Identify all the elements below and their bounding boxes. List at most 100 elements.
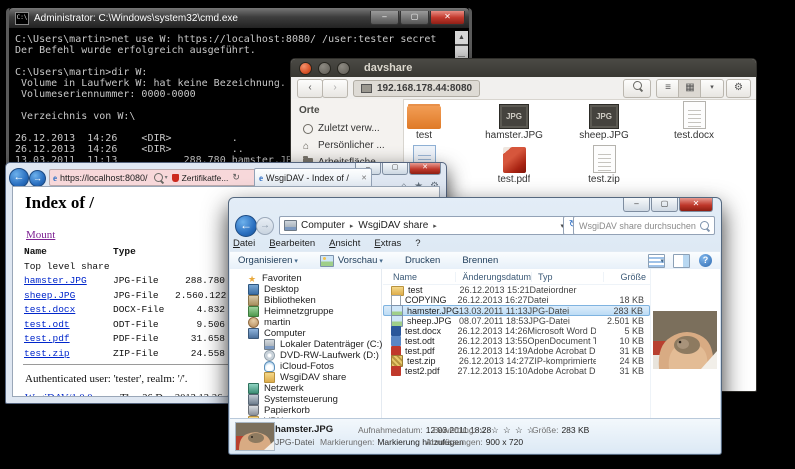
- column-name[interactable]: Name: [383, 272, 456, 282]
- file-label: test.docx: [674, 130, 714, 141]
- table-row[interactable]: test.zip 26.12.2013 14:27 ZIP-komprimier…: [383, 356, 650, 366]
- table-row[interactable]: COPYING 26.12.2013 16:27 Datei 18 KB: [383, 295, 650, 305]
- table-row[interactable]: test.pdf 26.12.2013 14:19 Adobe Acrobat …: [383, 346, 650, 356]
- nautilus-titlebar[interactable]: davshare: [291, 59, 756, 77]
- file-link[interactable]: hamster.JPG: [24, 275, 87, 286]
- breadcrumb[interactable]: Computer ▸ WsgiDAV share ▸ ▾: [279, 216, 569, 235]
- file-name: COPYING: [405, 295, 457, 305]
- file-link[interactable]: sheep.JPG: [24, 290, 75, 301]
- menu-item[interactable]: Bearbeiten: [269, 238, 315, 250]
- sidebar-item-icon: [248, 383, 259, 394]
- shot-date-label: Aufnahmedatum:: [358, 425, 423, 435]
- column-date[interactable]: Änderungsdatum: [456, 272, 532, 282]
- cmd-titlebar[interactable]: C:\ Administrator: C:\Windows\system32\c…: [9, 8, 469, 28]
- sidebar-item[interactable]: Heimnetzgruppe: [230, 306, 381, 317]
- table-row[interactable]: test2.pdf 27.12.2013 15:10 Adobe Acrobat…: [383, 366, 650, 376]
- sidebar-item[interactable]: DVD-RW-Laufwerk (D:): [230, 350, 381, 361]
- file-type: Dateiordner: [530, 285, 597, 295]
- back-button[interactable]: ‹: [297, 79, 323, 98]
- organize-button[interactable]: Organisieren: [238, 255, 298, 266]
- preview-button[interactable]: Vorschau: [320, 255, 383, 267]
- refresh-icon[interactable]: ↻: [232, 172, 240, 183]
- sidebar-item[interactable]: Systemsteuerung: [230, 394, 381, 405]
- file-link[interactable]: test.odt: [24, 319, 70, 330]
- close-button[interactable]: ✕: [430, 11, 465, 25]
- mount-link[interactable]: Mount: [26, 229, 55, 241]
- directory-row: test.odt ODT-File 9.506 Bytes: [24, 318, 259, 333]
- sidebar-item-label: iCloud-Fotos: [280, 361, 334, 372]
- table-row[interactable]: test.docx 26.12.2013 14:26 Microsoft Wor…: [383, 326, 650, 336]
- file-item[interactable]: test.pdf: [469, 145, 559, 189]
- sidebar-item[interactable]: martin: [230, 317, 381, 328]
- search-box[interactable]: WsgiDAV share durchsuchen: [573, 216, 715, 235]
- size-value: 283 KB: [561, 425, 589, 435]
- file-icon: [499, 101, 529, 129]
- column-type[interactable]: Typ: [532, 272, 604, 282]
- change-view-button[interactable]: ▾: [648, 254, 664, 268]
- search-button[interactable]: [623, 79, 651, 98]
- sidebar-item[interactable]: Desktop: [230, 284, 381, 295]
- forward-button[interactable]: →: [29, 170, 46, 187]
- breadcrumb-root[interactable]: Computer: [301, 220, 345, 231]
- tab-close-icon[interactable]: ✕: [361, 174, 367, 182]
- minimize-button[interactable]: –: [370, 11, 399, 25]
- certificate-error-text[interactable]: Zertifikatfe...: [182, 173, 229, 183]
- column-size[interactable]: Größe: [604, 272, 650, 282]
- file-link[interactable]: test.docx: [24, 304, 75, 315]
- minimize-button[interactable]: –: [623, 198, 650, 212]
- sidebar-item[interactable]: Favoriten: [230, 273, 381, 284]
- burn-button[interactable]: Brennen: [462, 255, 498, 266]
- file-item[interactable]: test: [379, 101, 469, 145]
- picture-icon: [320, 255, 334, 267]
- chevron-right-icon[interactable]: ▸: [350, 222, 354, 230]
- address-search-icon[interactable]: [154, 173, 168, 182]
- sidebar-item[interactable]: Computer: [230, 328, 381, 339]
- file-item[interactable]: sheep.JPG: [559, 101, 649, 145]
- table-row[interactable]: hamster.JPG 13.03.2011 11:13 JPG-Datei 2…: [383, 305, 650, 316]
- menu-item[interactable]: Datei: [233, 238, 255, 250]
- table-row[interactable]: test 26.12.2013 15:21 Dateiordner: [383, 285, 650, 295]
- file-item[interactable]: test.zip: [559, 145, 649, 189]
- back-button[interactable]: ←: [235, 215, 257, 237]
- file-item[interactable]: test.docx: [649, 101, 739, 145]
- forward-button[interactable]: ›: [322, 79, 348, 98]
- chevron-right-icon[interactable]: ▸: [433, 222, 437, 230]
- rating-stars[interactable]: ☆ ☆ ☆ ☆ ☆: [479, 425, 536, 435]
- file-link[interactable]: test.zip: [24, 348, 70, 359]
- grid-view-button[interactable]: ▦: [678, 79, 702, 98]
- maximize-button[interactable]: [337, 62, 350, 75]
- sidebar-item[interactable]: Lokaler Datenträger (C:): [230, 339, 381, 350]
- breadcrumb-current[interactable]: WsgiDAV share: [358, 220, 428, 231]
- wsgidav-version-link[interactable]: WsgiDAV/1.0.0.pre: [25, 393, 109, 397]
- sidebar-item[interactable]: Papierkorb: [230, 405, 381, 416]
- minimize-button[interactable]: [318, 62, 331, 75]
- menu-item[interactable]: Ansicht: [329, 238, 360, 250]
- file-item[interactable]: hamster.JPG: [469, 101, 559, 145]
- preview-pane-toggle[interactable]: [673, 254, 690, 268]
- address-bar[interactable]: e https://localhost:8080/ Zertifikatfe..…: [49, 169, 257, 186]
- back-button[interactable]: ←: [9, 168, 29, 188]
- sidebar-item[interactable]: WsgiDAV share: [230, 372, 381, 383]
- help-button[interactable]: ?: [699, 254, 712, 267]
- list-view-button[interactable]: ≡: [656, 79, 680, 98]
- sidebar-item[interactable]: iCloud-Fotos: [230, 361, 381, 372]
- location-chip[interactable]: 192.168.178.44:8080: [353, 80, 480, 97]
- close-button[interactable]: ✕: [679, 198, 713, 212]
- sidebar-item[interactable]: Netzwerk: [230, 383, 381, 394]
- maximize-button[interactable]: ▢: [651, 198, 678, 212]
- menu-item[interactable]: ?: [415, 238, 420, 250]
- table-row[interactable]: test.odt 26.12.2013 13:55 OpenDocument T…: [383, 336, 650, 346]
- browser-tab[interactable]: e WsgiDAV - Index of / ✕: [254, 168, 372, 186]
- scroll-up-icon[interactable]: ▲: [455, 31, 468, 44]
- sidebar-item-label: Papierkorb: [264, 405, 310, 416]
- file-link[interactable]: test.pdf: [24, 333, 70, 344]
- view-options-button[interactable]: ▾: [700, 79, 724, 98]
- menu-item[interactable]: Extras: [374, 238, 401, 250]
- print-button[interactable]: Drucken: [405, 255, 440, 266]
- maximize-button[interactable]: ▢: [400, 11, 429, 25]
- gear-menu-button[interactable]: ⚙: [726, 79, 751, 98]
- sidebar-item[interactable]: Bibliotheken: [230, 295, 381, 306]
- close-button[interactable]: [299, 62, 312, 75]
- table-row[interactable]: sheep.JPG 08.07.2011 18:53 JPG-Datei 2.5…: [383, 316, 650, 326]
- forward-button[interactable]: →: [256, 217, 274, 235]
